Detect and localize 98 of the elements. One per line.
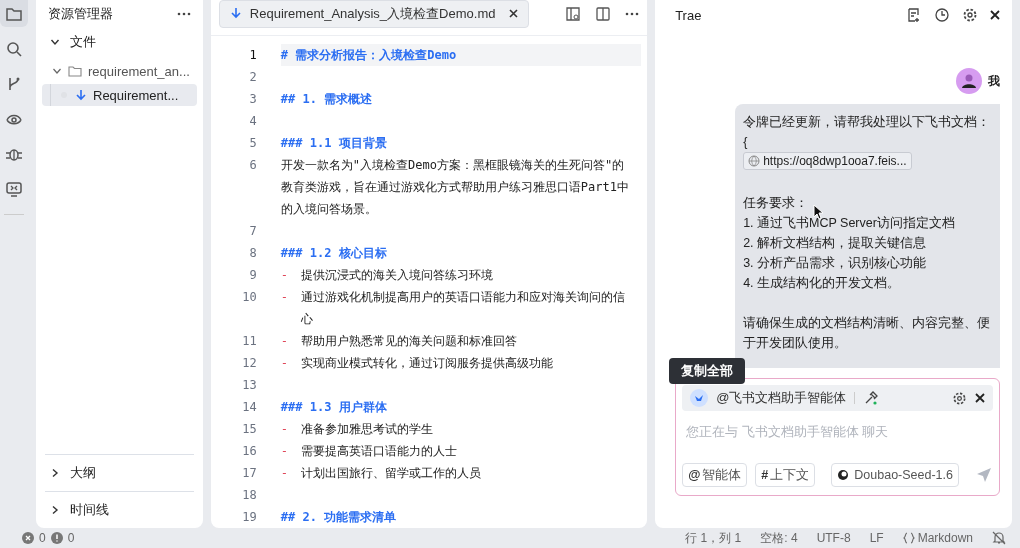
message-text: 令牌已经更新，请帮我处理以下飞书文档： bbox=[743, 114, 991, 131]
message-text: 2. 解析文档结构，提取关键信息 bbox=[743, 235, 927, 252]
code-line: ## 2. 功能需求清单 bbox=[280, 509, 398, 526]
chevron-icon bbox=[50, 505, 60, 515]
bird-icon bbox=[690, 389, 709, 407]
section-header[interactable]: 文件 bbox=[36, 24, 203, 60]
editor-tab[interactable]: Requirement_Analysis_入境检查Demo.md bbox=[218, 0, 530, 28]
preview-icon[interactable] bbox=[565, 5, 582, 22]
down-arrow-icon bbox=[75, 88, 87, 102]
code-line: 准备参加雅思考试的学生 bbox=[300, 421, 434, 438]
status-item[interactable]: UTF-8 bbox=[816, 531, 851, 545]
line-number: 2 bbox=[248, 69, 258, 86]
line-number: 15 bbox=[241, 421, 258, 438]
line-number: 18 bbox=[241, 487, 258, 504]
tooltip: 复制全部 bbox=[669, 358, 746, 384]
list-marker: - bbox=[280, 289, 290, 306]
status-item[interactable]: 空格: 4 bbox=[760, 529, 798, 547]
line-number: 13 bbox=[241, 377, 258, 394]
code-line: ### 1.2 核心目标 bbox=[280, 245, 388, 262]
line-number: 3 bbox=[248, 91, 258, 108]
status-item[interactable]: LF bbox=[869, 531, 884, 545]
message-text: 请确保生成的文档结构清晰、内容完整、便于开发团队使用。 bbox=[743, 315, 992, 352]
warning-icon bbox=[50, 532, 63, 544]
folder-item[interactable]: requirement_an... bbox=[42, 60, 197, 82]
message-text: 4. 生成结构化的开发文档。 bbox=[743, 275, 901, 292]
split-editor-icon[interactable] bbox=[595, 5, 612, 22]
line-number: 4 bbox=[248, 113, 258, 130]
list-marker: - bbox=[280, 465, 290, 482]
context-button[interactable]: # 上下文 bbox=[755, 463, 816, 487]
bell-off-icon[interactable] bbox=[992, 531, 1006, 545]
line-number: 1 bbox=[248, 47, 258, 64]
line-number: 14 bbox=[241, 399, 258, 416]
new-chat-icon[interactable] bbox=[906, 7, 922, 23]
line-number: 7 bbox=[248, 223, 258, 240]
list-marker: - bbox=[280, 421, 290, 438]
line-number: 19 bbox=[241, 509, 258, 526]
line-number: 8 bbox=[248, 245, 258, 262]
user-name: 我 bbox=[988, 72, 1000, 90]
mouse-cursor-icon bbox=[813, 204, 826, 220]
line-number: 6 bbox=[248, 157, 258, 174]
list-marker: - bbox=[280, 443, 290, 460]
line-number: 10 bbox=[241, 289, 258, 306]
explorer-title: 资源管理器 bbox=[48, 5, 113, 23]
more-icon[interactable] bbox=[176, 12, 191, 16]
link-chip[interactable]: https://oq8dwp1ooa7.feis... bbox=[743, 152, 912, 170]
file-item[interactable]: Requirement... bbox=[42, 84, 197, 106]
braces-icon bbox=[902, 532, 915, 544]
code-line: ### 1.3 用户群体 bbox=[280, 399, 388, 416]
error-icon bbox=[22, 532, 34, 544]
close-icon[interactable] bbox=[990, 10, 1000, 20]
status-item[interactable]: Markdown bbox=[917, 531, 973, 545]
code-line: ### 1.1 项目背景 bbox=[280, 135, 388, 152]
section-header[interactable]: 时间线 bbox=[45, 491, 194, 528]
line-number: 5 bbox=[248, 135, 258, 152]
section-header[interactable]: 大纲 bbox=[45, 454, 194, 491]
settings-icon[interactable] bbox=[952, 390, 967, 406]
code-line: 提供沉浸式的海关入境问答练习环境 bbox=[300, 267, 494, 284]
error-count[interactable]: 0 bbox=[39, 531, 46, 545]
settings-icon[interactable] bbox=[962, 7, 978, 23]
model-selector[interactable]: Doubao-Seed-1.6 bbox=[831, 463, 959, 487]
folder-icon[interactable] bbox=[0, 0, 28, 27]
chevron-icon bbox=[50, 468, 60, 478]
message-text: { bbox=[743, 134, 748, 151]
list-marker: - bbox=[280, 333, 290, 350]
close-icon[interactable] bbox=[509, 9, 519, 18]
code-line: 需要提高英语口语能力的人士 bbox=[300, 443, 458, 460]
code-line: 帮助用户熟悉常见的海关问题和标准回答 bbox=[300, 333, 518, 350]
code-line: 实现商业模式转化，通过订阅服务提供高级功能 bbox=[300, 355, 554, 372]
line-number: 16 bbox=[241, 443, 258, 460]
message-text: 1. 通过飞书MCP Server访问指定文档 bbox=[743, 215, 955, 232]
history-icon[interactable] bbox=[934, 7, 950, 23]
list-marker: - bbox=[280, 355, 290, 372]
code-line: ## 1. 需求概述 bbox=[280, 91, 374, 108]
chevron-icon bbox=[50, 37, 60, 47]
line-number: 9 bbox=[248, 267, 258, 284]
warning-count[interactable]: 0 bbox=[67, 531, 75, 545]
more-icon[interactable] bbox=[625, 11, 640, 16]
close-icon[interactable] bbox=[975, 393, 985, 403]
status-item[interactable]: 行 1，列 1 bbox=[685, 529, 742, 547]
line-number: 11 bbox=[241, 333, 258, 350]
code-line: 开发一款名为"入境检查Demo方案：黑框眼镜海关的生死问答"的教育类游戏，旨在通过游戏化方式帮助用户练习雅思口语Part1中的入境问答场景。 bbox=[280, 157, 630, 218]
message-text: 3. 分析产品需求，识别核心功能 bbox=[743, 255, 927, 272]
line-number: 12 bbox=[241, 355, 258, 372]
avatar-icon bbox=[956, 68, 982, 94]
message-text: 任务要求： bbox=[743, 195, 809, 212]
model-logo-icon bbox=[837, 469, 850, 481]
code-line: 计划出国旅行、留学或工作的人员 bbox=[300, 465, 482, 482]
chat-title: Trae bbox=[675, 7, 702, 23]
list-marker: - bbox=[280, 267, 290, 284]
chat-input[interactable]: @飞书文档助手智能体 您正在与 飞书文档助手智能体 聊天 @ 智能体 # 上下文 Doubao-Seed-1.6 bbox=[675, 378, 1000, 496]
chevron-icon bbox=[52, 66, 62, 76]
down-arrow-icon bbox=[229, 7, 242, 20]
line-number: 17 bbox=[241, 465, 258, 482]
globe-icon bbox=[748, 155, 761, 167]
folder-icon bbox=[68, 65, 82, 77]
code-line: 通过游戏化机制提高用户的英语口语能力和应对海关询问的信心 bbox=[300, 289, 626, 328]
context-button[interactable]: @ 智能体 bbox=[682, 463, 748, 487]
hammer-icon[interactable] bbox=[863, 390, 880, 406]
